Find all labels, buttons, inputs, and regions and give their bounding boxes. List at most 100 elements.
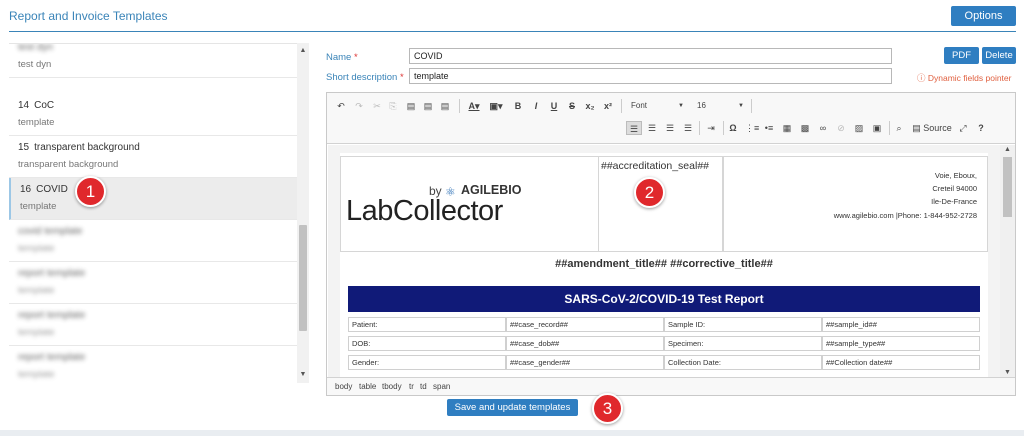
step-marker-1: 1	[75, 176, 106, 207]
help-icon[interactable]: ?	[975, 121, 987, 135]
align-right-icon[interactable]: ☰	[663, 121, 677, 135]
align-justify-icon[interactable]: ☰	[681, 121, 695, 135]
redo-icon[interactable]: ↷	[353, 99, 365, 113]
numbered-list-icon[interactable]: ⋮≡	[745, 121, 759, 135]
short-description-input[interactable]	[409, 68, 892, 84]
address-line: Voie, Eboux,	[934, 171, 977, 180]
scroll-up-icon[interactable]: ▲	[1000, 146, 1015, 153]
path-item[interactable]: body	[335, 382, 352, 391]
text-color-icon[interactable]: A▾	[465, 99, 483, 113]
title-divider	[9, 31, 1016, 32]
dynamic-fields-link[interactable]: ⓘ Dynamic fields pointer	[917, 72, 1011, 84]
bold-icon[interactable]: B	[512, 99, 524, 113]
list-item-name: CoC	[34, 100, 55, 111]
path-item[interactable]: span	[433, 382, 450, 391]
list-item[interactable]: 15 transparent background transparent bac…	[9, 136, 297, 178]
image-icon[interactable]: ▨	[853, 121, 865, 135]
rich-text-editor: ↶ ↷ ✂ ⎘ ▤ ▤ ▤ A▾ ▣▾ B I U S x₂ x² Font ▼ …	[326, 92, 1016, 396]
list-item[interactable]: test dyn test dyn	[9, 43, 297, 78]
font-select[interactable]: Font ▼	[627, 99, 687, 113]
source-icon: ▤	[912, 123, 921, 133]
table-cell: ##Collection date##	[822, 355, 980, 370]
toolbar-separator	[889, 121, 890, 135]
options-button[interactable]: Options	[951, 6, 1016, 26]
table-cell: Gender:	[348, 355, 506, 370]
scrollbar-thumb[interactable]	[1003, 157, 1012, 217]
address-line: Creteil 94000	[932, 184, 977, 193]
image-upload-icon[interactable]: ▣	[871, 121, 883, 135]
align-center-icon[interactable]: ☰	[645, 121, 659, 135]
sidebar-scrollbar[interactable]: ▲ ▼	[297, 43, 309, 383]
align-left-icon[interactable]: ☰	[626, 121, 642, 135]
element-path-bar: body table tbody tr td span	[327, 377, 1015, 395]
special-char-icon[interactable]: Ω	[727, 121, 739, 135]
undo-icon[interactable]: ↶	[335, 99, 347, 113]
copy-icon[interactable]: ⎘	[387, 99, 399, 113]
background-color-icon[interactable]: ▣▾	[487, 99, 505, 113]
name-input[interactable]	[409, 48, 892, 64]
strikethrough-icon[interactable]: S	[566, 99, 578, 113]
maximize-icon[interactable]: ⤢	[957, 121, 969, 135]
list-item-title: test dyn	[18, 43, 54, 53]
path-item[interactable]: tr	[409, 382, 414, 391]
list-item-desc: template	[20, 201, 57, 212]
logo-cell: by ⚛ AGILEBIO LabCollector	[340, 156, 599, 252]
path-item[interactable]: tbody	[382, 382, 402, 391]
list-item-number: 14	[18, 100, 30, 111]
list-item-desc: template	[18, 285, 55, 296]
table-cell: ##sample_type##	[822, 336, 980, 351]
list-item[interactable]: report template template	[9, 346, 297, 383]
scroll-down-icon[interactable]: ▼	[1000, 369, 1015, 376]
delete-button[interactable]: Delete	[982, 47, 1016, 64]
paste-word-icon[interactable]: ▤	[439, 99, 451, 113]
list-item[interactable]: report template template	[9, 304, 297, 346]
list-item-desc: template	[18, 243, 55, 254]
address-cell: Voie, Eboux, Creteil 94000 Ile-De-France…	[723, 156, 988, 252]
italic-icon[interactable]: I	[530, 99, 542, 113]
amendment-title: ##amendment_title## ##corrective_title##	[555, 258, 773, 270]
list-item[interactable]: report template template	[9, 262, 297, 304]
paste-icon[interactable]: ▤	[405, 99, 417, 113]
list-item-title: covid template	[18, 226, 83, 237]
editor-content[interactable]: by ⚛ AGILEBIO LabCollector ##accreditati…	[328, 145, 1000, 377]
pdf-button[interactable]: PDF	[944, 47, 979, 64]
list-item-title: 14 CoC	[18, 100, 297, 114]
path-item[interactable]: table	[359, 382, 376, 391]
step-marker-2: 2	[634, 177, 665, 208]
list-item[interactable]: covid template template	[9, 220, 297, 262]
underline-icon[interactable]: U	[548, 99, 560, 113]
indent-icon[interactable]: ⇥	[703, 121, 719, 135]
toolbar-separator	[699, 121, 700, 135]
chevron-down-icon: ▼	[678, 103, 684, 109]
font-size-select[interactable]: 16 ▼	[693, 99, 747, 113]
save-templates-button[interactable]: Save and update templates	[447, 399, 578, 416]
source-button[interactable]: ▤ Source	[911, 121, 953, 135]
table-cell: ##case_dob##	[506, 336, 664, 351]
qr-code-icon[interactable]: ▩	[799, 121, 811, 135]
table-icon[interactable]: ▦	[781, 121, 793, 135]
list-item-selected[interactable]: 16 COVID template	[9, 178, 297, 220]
superscript-icon[interactable]: x²	[601, 99, 615, 113]
path-item[interactable]: td	[420, 382, 427, 391]
page-title: Report and Invoice Templates	[9, 9, 168, 23]
scroll-down-icon[interactable]: ▼	[297, 369, 309, 381]
list-item[interactable]: 14 CoC template	[9, 94, 297, 136]
footer-band	[0, 430, 1024, 436]
toolbar-separator	[621, 99, 622, 113]
bulleted-list-icon[interactable]: •≡	[763, 121, 775, 135]
table-cell: ##case_record##	[506, 317, 664, 332]
table-cell: Patient:	[348, 317, 506, 332]
link-icon[interactable]: ∞	[817, 121, 829, 135]
preview-icon[interactable]: ⌕	[893, 121, 905, 135]
unlink-icon[interactable]: ⊘	[835, 121, 847, 135]
editor-scrollbar[interactable]: ▲ ▼	[1000, 145, 1015, 377]
subscript-icon[interactable]: x₂	[583, 99, 597, 113]
scroll-up-icon[interactable]: ▲	[297, 45, 309, 57]
list-item-name: transparent background	[34, 142, 140, 153]
scrollbar-thumb[interactable]	[299, 225, 307, 331]
cut-icon[interactable]: ✂	[371, 99, 383, 113]
address-line: www.agilebio.com |Phone: 1-844-952-2728	[833, 211, 977, 220]
paste-text-icon[interactable]: ▤	[422, 99, 434, 113]
name-label: Name *	[326, 52, 358, 63]
list-item-title: 16 COVID	[20, 184, 297, 198]
